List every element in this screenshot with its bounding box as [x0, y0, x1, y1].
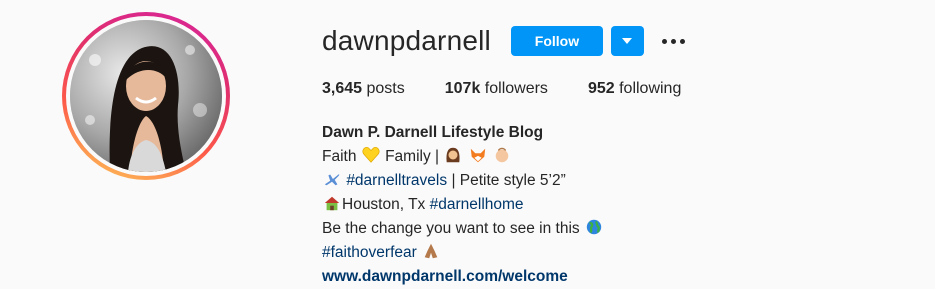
hashtag-darnellhome[interactable]: #darnellhome [430, 196, 524, 213]
bio-line-website: www.dawnpdarnell.com/welcome [322, 265, 604, 289]
more-options-icon [661, 38, 667, 44]
follow-button[interactable]: Follow [510, 26, 603, 56]
baby-face-icon [495, 147, 509, 163]
profile-bio: Dawn P. Darnell Lifestyle Blog Faith Fam… [322, 121, 604, 289]
woman-face-icon [446, 147, 460, 163]
following-stat[interactable]: 952 following [588, 80, 681, 98]
hashtag-darnelltravels[interactable]: #darnelltravels [346, 172, 447, 189]
bio-line-faith-family: Faith Family | [322, 145, 604, 169]
fox-face-icon [470, 148, 485, 163]
bio-line-change: Be the change you want to see in this [322, 217, 604, 241]
bio-text: Family | [385, 148, 440, 165]
profile-full-name: Dawn P. Darnell Lifestyle Blog [322, 124, 544, 141]
bio-text: | Petite style 5’2” [451, 172, 566, 189]
globe-icon [586, 219, 602, 235]
yellow-heart-icon [362, 147, 380, 163]
bio-line-location: Houston, Tx #darnellhome [322, 193, 604, 217]
hashtag-faithoverfear[interactable]: #faithoverfear [322, 244, 417, 261]
avatar[interactable] [70, 20, 222, 172]
username: dawnpdarnell [322, 25, 491, 56]
followers-stat[interactable]: 107k followers [445, 80, 548, 98]
posts-stat: 3,645 posts [322, 80, 405, 98]
suggested-accounts-dropdown-button[interactable] [610, 26, 644, 56]
followers-label: followers [484, 80, 548, 97]
house-icon [324, 196, 340, 211]
bio-text: Faith [322, 148, 357, 165]
followers-count: 107k [444, 80, 481, 97]
avatar-gap [66, 16, 226, 176]
praying-hands-icon [424, 243, 438, 259]
website-link[interactable]: www.dawnpdarnell.com/welcome [322, 268, 568, 285]
chevron-down-icon [622, 38, 633, 44]
more-options-button[interactable] [658, 35, 689, 48]
posts-count: 3,645 [322, 80, 363, 97]
profile-stats: 3,645 posts 107k followers 952 following [322, 80, 721, 98]
posts-label: posts [366, 80, 405, 97]
airplane-icon [324, 174, 340, 186]
profile-header: dawnpdarnell Follow [322, 22, 689, 60]
following-label: following [619, 80, 682, 97]
bio-line-travel: #darnelltravels | Petite style 5’2” [322, 169, 604, 193]
profile-avatar-ring[interactable] [62, 12, 230, 180]
avatar-photo [70, 20, 222, 172]
bio-line-faithoverfear: #faithoverfear [322, 241, 604, 265]
bio-text: Be the change you want to see in this [322, 220, 580, 237]
bio-text: Houston, Tx [342, 196, 426, 213]
following-count: 952 [587, 80, 615, 97]
